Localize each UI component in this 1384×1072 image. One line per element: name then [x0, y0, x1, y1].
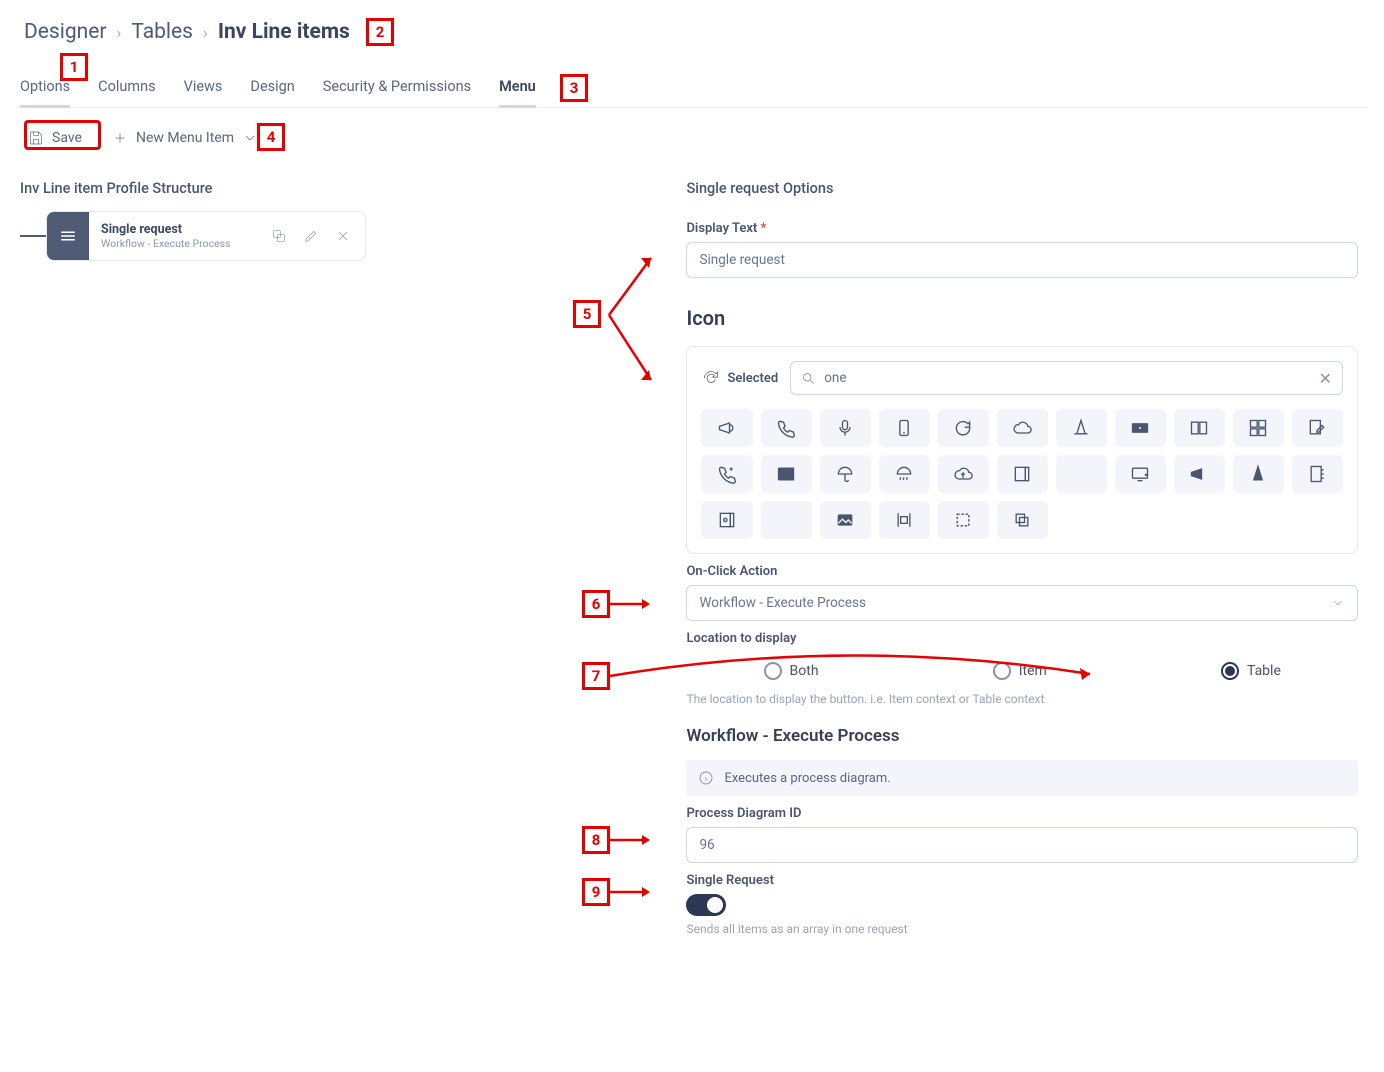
- pid-input[interactable]: [686, 827, 1358, 863]
- edit-icon[interactable]: [303, 228, 319, 244]
- cone-icon[interactable]: [1056, 409, 1107, 447]
- radio-table[interactable]: Table: [1221, 662, 1281, 680]
- close-icon[interactable]: [335, 228, 351, 244]
- money-icon[interactable]: [1115, 409, 1166, 447]
- onclick-value: Workflow - Execute Process: [699, 595, 865, 611]
- save-button[interactable]: Save: [18, 124, 92, 152]
- chevron-down-icon: [1331, 596, 1345, 610]
- blank-icon[interactable]: [1056, 455, 1107, 493]
- onenote-icon[interactable]: [761, 455, 812, 493]
- chevron-down-icon: [242, 130, 258, 146]
- display-text-input[interactable]: [686, 242, 1358, 278]
- icon-heading: Icon: [686, 306, 1358, 330]
- icon-search-input[interactable]: [816, 368, 1318, 388]
- sync-icon[interactable]: [938, 409, 989, 447]
- new-menu-item-button[interactable]: New Menu Item: [102, 124, 268, 152]
- breadcrumb-root[interactable]: Designer: [24, 20, 107, 44]
- breadcrumb-mid[interactable]: Tables: [131, 20, 193, 44]
- save-icon: [28, 130, 44, 146]
- phone-plus-icon[interactable]: [701, 455, 752, 493]
- tab-security[interactable]: Security & Permissions: [323, 68, 471, 107]
- location-label: Location to display: [686, 631, 1358, 646]
- ruler-icon[interactable]: [1174, 409, 1225, 447]
- radio-item[interactable]: Item: [993, 662, 1047, 680]
- mobile-icon[interactable]: [879, 409, 930, 447]
- new-menu-label: New Menu Item: [136, 130, 234, 146]
- icon-search[interactable]: ✕: [790, 361, 1343, 395]
- copy-icon[interactable]: [271, 228, 287, 244]
- node-body: Single request Workflow - Execute Proces…: [89, 216, 257, 257]
- left-panel-title: Inv Line item Profile Structure: [20, 174, 664, 211]
- tab-menu[interactable]: Menu: [499, 68, 536, 107]
- tab-bar: Options Columns Views Design Security & …: [16, 62, 1368, 108]
- align-icon[interactable]: [879, 501, 930, 539]
- location-help: The location to display the button. i.e.…: [686, 692, 1358, 706]
- tab-design[interactable]: Design: [250, 68, 294, 107]
- search-icon: [801, 371, 816, 386]
- info-bar: Executes a process diagram.: [686, 760, 1358, 796]
- phone-icon[interactable]: [761, 409, 812, 447]
- refresh-icon: [701, 368, 721, 388]
- dashed-box-icon[interactable]: [938, 501, 989, 539]
- grid-icon[interactable]: [1233, 409, 1284, 447]
- workflow-heading: Workflow - Execute Process: [686, 726, 1358, 746]
- image-icon[interactable]: [820, 501, 871, 539]
- tab-columns[interactable]: Columns: [98, 68, 155, 107]
- book-icon[interactable]: [997, 455, 1048, 493]
- tab-views[interactable]: Views: [184, 68, 223, 107]
- cloud-up-icon[interactable]: [938, 455, 989, 493]
- megaphone-icon[interactable]: [701, 409, 752, 447]
- tab-options[interactable]: Options: [20, 68, 70, 107]
- monitor-icon[interactable]: [1115, 455, 1166, 493]
- node-subtitle: Workflow - Execute Process: [101, 237, 245, 250]
- cloud-icon[interactable]: [997, 409, 1048, 447]
- menu-node[interactable]: Single request Workflow - Execute Proces…: [46, 211, 366, 261]
- cone-solid-icon[interactable]: [1233, 455, 1284, 493]
- single-request-label: Single Request: [686, 873, 1358, 888]
- icon-grid: [701, 409, 1343, 539]
- megaphone-solid-icon[interactable]: [1174, 455, 1225, 493]
- onclick-select[interactable]: Workflow - Execute Process: [686, 585, 1358, 621]
- selected-icon-indicator: Selected: [701, 368, 778, 388]
- blank2-icon[interactable]: [761, 501, 812, 539]
- toolbar: Save New Menu Item: [16, 108, 1368, 174]
- drag-handle-icon[interactable]: [47, 212, 89, 260]
- single-request-toggle[interactable]: [686, 894, 726, 916]
- chevron-right-icon: ›: [203, 23, 208, 42]
- tree-connector: [20, 235, 46, 237]
- notebook-icon[interactable]: [1292, 455, 1343, 493]
- location-radios: Both Item Table: [686, 652, 1358, 686]
- plus-icon: [112, 130, 128, 146]
- save-label: Save: [52, 130, 82, 146]
- breadcrumb-current: Inv Line items: [218, 20, 350, 44]
- display-text-label: Display Text *: [686, 221, 1358, 236]
- info-icon: [698, 770, 714, 786]
- microphone-icon[interactable]: [820, 409, 871, 447]
- onclick-label: On-Click Action: [686, 564, 1358, 579]
- single-request-help: Sends all items as an array in one reque…: [686, 922, 1358, 936]
- radio-both[interactable]: Both: [764, 662, 819, 680]
- pid-label: Process Diagram ID: [686, 806, 1358, 821]
- right-panel-title: Single request Options: [686, 174, 1358, 211]
- breadcrumb: Designer › Tables › Inv Line items: [16, 0, 1368, 62]
- umbrella-rain-icon[interactable]: [879, 455, 930, 493]
- chevron-right-icon: ›: [117, 23, 122, 42]
- clear-icon[interactable]: ✕: [1319, 369, 1332, 388]
- node-title: Single request: [101, 222, 245, 238]
- page-icon[interactable]: [701, 501, 752, 539]
- umbrella-icon[interactable]: [820, 455, 871, 493]
- icon-picker: Selected ✕: [686, 346, 1358, 554]
- copy2-icon[interactable]: [997, 501, 1048, 539]
- edit-doc-icon[interactable]: [1292, 409, 1343, 447]
